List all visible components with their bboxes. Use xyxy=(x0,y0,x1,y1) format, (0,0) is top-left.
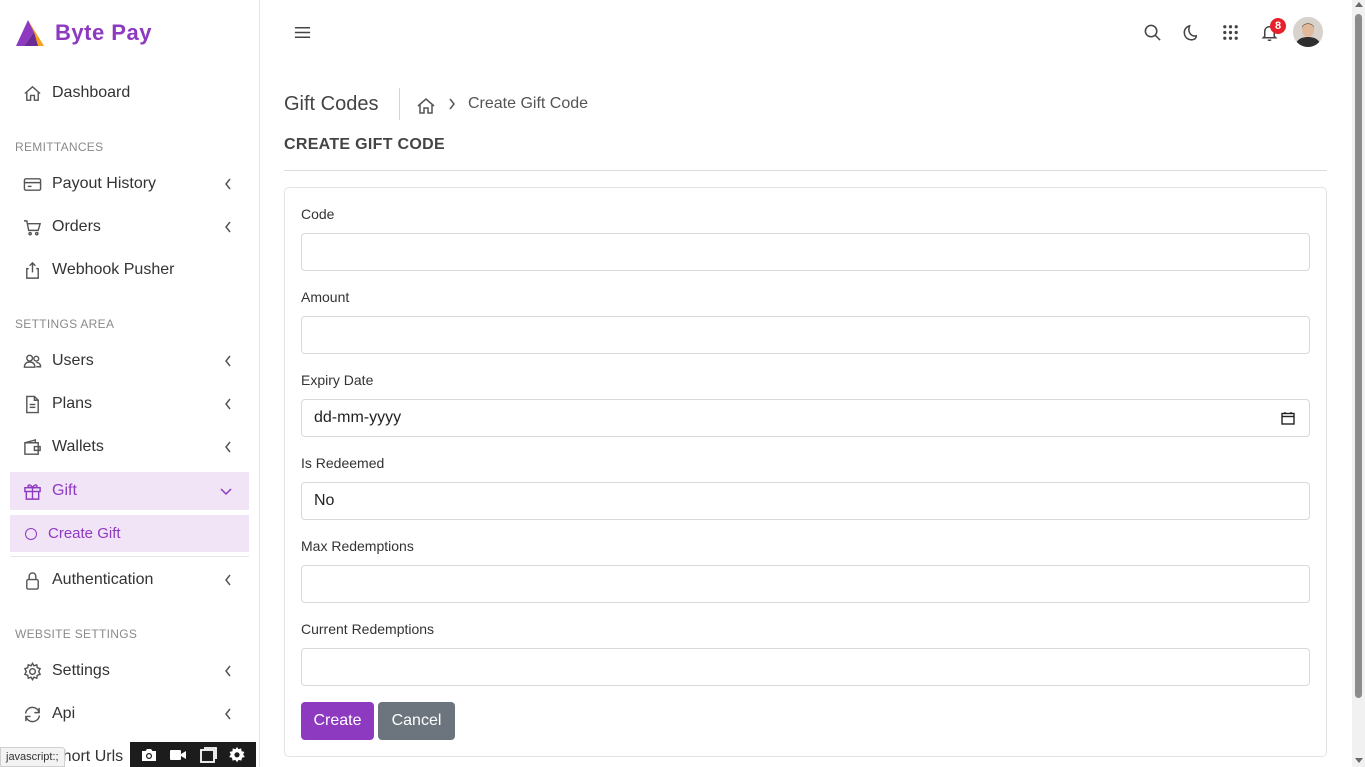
scroll-down-arrow-icon[interactable] xyxy=(1355,758,1363,763)
search-button[interactable] xyxy=(1140,20,1164,44)
sidebar-item-label: Settings xyxy=(52,662,110,679)
section-label-website-settings: WEBSITE SETTINGS xyxy=(15,627,138,641)
brand-logo-icon xyxy=(16,20,44,46)
sidebar-item-dashboard[interactable]: Dashboard xyxy=(10,74,249,112)
chevron-right-icon xyxy=(449,98,455,110)
sidebar-item-label: Users xyxy=(52,352,94,369)
circle-icon xyxy=(25,527,37,540)
form-heading: CREATE GIFT CODE xyxy=(284,136,445,153)
gift-icon xyxy=(22,481,42,501)
users-icon xyxy=(22,351,42,371)
video-icon[interactable] xyxy=(169,746,187,764)
sidebar-subitem-label: Create Gift xyxy=(48,525,121,542)
upload-icon xyxy=(22,260,42,280)
scrollbar-thumb[interactable] xyxy=(1355,14,1362,698)
section-label-settings-area: SETTINGS AREA xyxy=(15,317,115,331)
divider xyxy=(284,170,1327,171)
sidebar-item-settings[interactable]: Settings xyxy=(10,652,249,690)
code-field[interactable] xyxy=(301,233,1310,271)
page-title: Gift Codes xyxy=(284,93,379,115)
sidebar-item-api[interactable]: Api xyxy=(10,695,249,733)
dark-mode-toggle[interactable] xyxy=(1179,20,1203,44)
chevron-down-icon xyxy=(220,488,232,496)
brand-name: Byte Pay xyxy=(55,20,152,45)
wallet-card-icon xyxy=(22,174,42,194)
sidebar-item-label: Plans xyxy=(52,395,93,412)
sidebar-item-authentication[interactable]: Authentication xyxy=(10,561,249,599)
refresh-icon xyxy=(22,704,42,724)
breadcrumb-current: Create Gift Code xyxy=(468,95,589,112)
sidebar-item-label: Orders xyxy=(52,218,101,235)
chevron-left-icon xyxy=(225,398,231,410)
chevron-left-icon xyxy=(225,355,231,367)
code-label: Code xyxy=(301,206,335,222)
lock-icon xyxy=(22,570,42,590)
browser-status-bar: javascript:; xyxy=(0,747,65,767)
chevron-left-icon xyxy=(225,665,231,677)
sidebar-subitem-create-gift[interactable]: Create Gift xyxy=(10,514,249,552)
divider xyxy=(10,556,249,557)
grid-icon xyxy=(1222,24,1238,40)
sidebar-item-label: Gift xyxy=(52,482,77,499)
max-redemptions-field[interactable] xyxy=(301,565,1310,603)
sidebar-item-gift[interactable]: Gift xyxy=(10,472,249,510)
sidebar-item-users[interactable]: Users xyxy=(10,342,249,380)
max-redemptions-label: Max Redemptions xyxy=(301,538,414,554)
is-redeemed-select[interactable]: No xyxy=(301,482,1310,520)
screen-capture-toolbar xyxy=(130,742,256,767)
sidebar-item-label: Dashboard xyxy=(52,84,131,101)
scroll-up-arrow-icon[interactable] xyxy=(1355,2,1363,7)
window-icon[interactable] xyxy=(199,746,217,764)
expiry-date-label: Expiry Date xyxy=(301,372,374,388)
current-redemptions-field[interactable] xyxy=(301,648,1310,686)
is-redeemed-value: No xyxy=(314,492,335,509)
section-label-remittances: REMITTANCES xyxy=(15,140,104,154)
is-redeemed-label: Is Redeemed xyxy=(301,455,385,471)
expiry-date-field[interactable]: dd-mm-yyyy xyxy=(301,399,1310,437)
sidebar-item-label: Authentication xyxy=(52,571,154,588)
sidebar: Byte Pay Dashboard REMITTANCES Payout Hi… xyxy=(0,0,260,767)
apps-button[interactable] xyxy=(1218,20,1242,44)
cancel-button[interactable]: Cancel xyxy=(378,702,455,740)
notification-badge: 8 xyxy=(1270,18,1286,34)
sidebar-item-webhook-pusher[interactable]: Webhook Pusher xyxy=(10,251,249,289)
sidebar-item-plans[interactable]: Plans xyxy=(10,385,249,423)
document-icon xyxy=(22,394,42,414)
sidebar-item-label: Wallets xyxy=(52,438,104,455)
moon-icon xyxy=(1183,24,1197,41)
sidebar-item-orders[interactable]: Orders xyxy=(10,208,249,246)
amount-label: Amount xyxy=(301,289,350,305)
status-bar-url: javascript:; xyxy=(6,751,59,763)
search-icon xyxy=(1144,24,1161,41)
user-avatar-icon xyxy=(1293,17,1323,47)
gear-icon[interactable] xyxy=(228,746,246,764)
menu-toggle-button[interactable] xyxy=(290,20,314,44)
camera-icon[interactable] xyxy=(140,746,158,764)
divider xyxy=(399,88,400,120)
chevron-left-icon xyxy=(225,574,231,586)
sidebar-item-label: Api xyxy=(52,705,76,722)
sidebar-item-label: Webhook Pusher xyxy=(52,261,175,278)
hamburger-icon xyxy=(294,26,310,38)
sidebar-item-label: Payout History xyxy=(52,175,157,192)
current-redemptions-label: Current Redemptions xyxy=(301,621,435,637)
sidebar-item-wallets[interactable]: Wallets xyxy=(10,428,249,466)
home-icon[interactable] xyxy=(416,96,436,116)
chevron-left-icon xyxy=(225,708,231,720)
gear-icon xyxy=(22,661,42,681)
avatar[interactable] xyxy=(1293,17,1323,47)
calendar-icon[interactable] xyxy=(1281,411,1295,425)
cart-icon xyxy=(22,217,42,237)
create-button[interactable]: Create xyxy=(301,702,374,740)
chevron-left-icon xyxy=(225,178,231,190)
chevron-left-icon xyxy=(225,221,231,233)
home-icon xyxy=(22,83,42,103)
chevron-left-icon xyxy=(225,441,231,453)
brand[interactable]: Byte Pay xyxy=(14,18,152,48)
wallet-icon xyxy=(22,437,42,457)
expiry-date-placeholder: dd-mm-yyyy xyxy=(314,409,402,426)
sidebar-item-payout-history[interactable]: Payout History xyxy=(10,165,249,203)
amount-field[interactable] xyxy=(301,316,1310,354)
